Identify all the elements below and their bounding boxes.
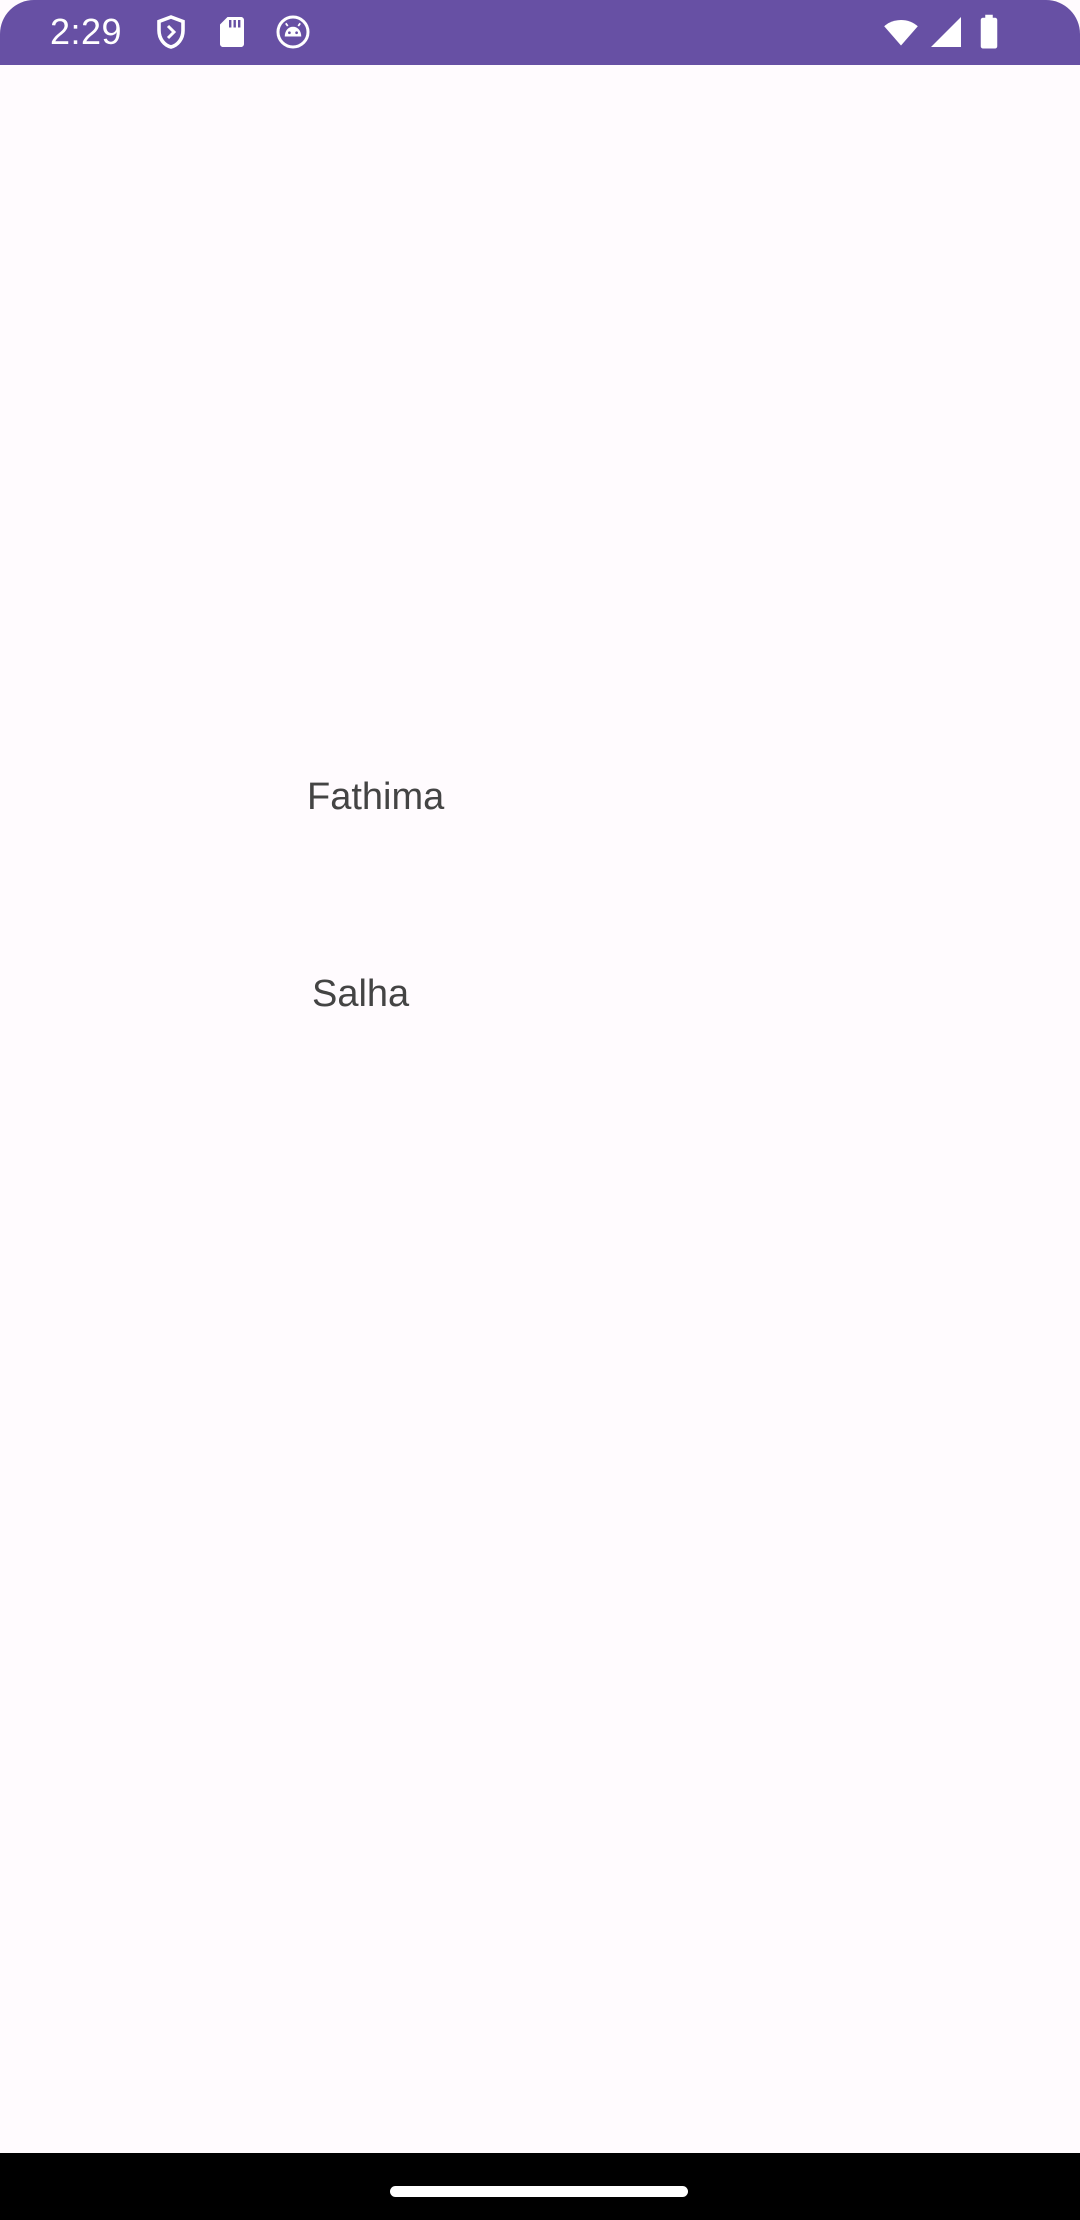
cell-signal-icon (928, 14, 964, 50)
app-screen: 2:29 Fathima Salha (0, 0, 1080, 2220)
battery-icon (975, 14, 1003, 50)
shield-icon (153, 14, 189, 50)
name-text-fathima: Fathima (307, 776, 445, 818)
navigation-bar (0, 2153, 1080, 2220)
sd-card-icon (214, 14, 250, 50)
android-debug-icon (275, 14, 311, 50)
wifi-icon (880, 14, 922, 50)
home-handle[interactable] (390, 2186, 688, 2197)
status-time: 2:29 (50, 11, 123, 52)
name-text-salha: Salha (312, 973, 410, 1015)
status-bar: 2:29 (0, 0, 1080, 65)
